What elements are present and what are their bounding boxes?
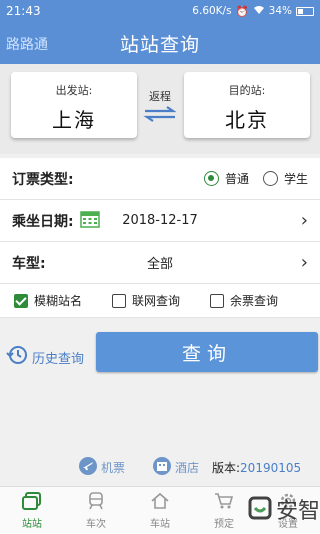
swap-arrows-icon — [140, 106, 180, 126]
home-icon — [150, 492, 170, 513]
to-station-card[interactable]: 目的站: 北京 — [184, 72, 310, 138]
checkbox-fuzzy-station[interactable]: 模糊站名 — [14, 292, 82, 309]
battery-text: 34% — [268, 5, 292, 17]
history-button[interactable]: 历史查询 — [6, 344, 84, 370]
query-options: 模糊站名 联网查询 余票查询 — [0, 284, 320, 318]
train-type-value: 全部 — [146, 257, 173, 272]
date-row[interactable]: 乘坐日期: 2018-12-17 › — [0, 200, 320, 242]
version-value: 20190105 — [240, 460, 302, 475]
checkbox-remaining-box — [210, 293, 225, 308]
chevron-right-icon: › — [300, 252, 308, 273]
version-label: 版本: — [212, 460, 241, 475]
radio-student-dot — [262, 171, 278, 186]
query-button[interactable]: 查询 — [96, 332, 318, 372]
ticket-type-radio-group: 普通 学生 — [203, 170, 308, 187]
flight-label: 机票 — [101, 460, 126, 475]
train-type-row[interactable]: 车型: 全部 › — [0, 242, 320, 284]
cart-icon — [214, 492, 234, 513]
battery-icon — [296, 6, 314, 16]
query-form: 订票类型: 普通 学生 乘坐日期: 2018-12-17 › 车型: 全部 › … — [0, 158, 320, 318]
hotel-label: 酒店 — [175, 460, 200, 475]
checkbox-online-box — [112, 293, 127, 308]
hotel-link[interactable]: 酒店 — [152, 456, 199, 479]
swap-button[interactable]: 返程 — [140, 88, 180, 126]
nav-label: 站站 — [22, 518, 42, 530]
radio-normal-dot — [203, 171, 219, 186]
to-station-label: 目的站: — [228, 84, 266, 97]
checkbox-online-label: 联网查询 — [132, 294, 181, 308]
nav-station-to-station[interactable]: 站站 — [0, 487, 64, 534]
nav-station[interactable]: 车站 — [128, 487, 192, 534]
train-icon — [87, 491, 105, 513]
checkbox-remaining-tickets[interactable]: 余票查询 — [210, 292, 278, 309]
checkbox-online-query[interactable]: 联网查询 — [112, 292, 180, 309]
page-title: 站站查询 — [119, 33, 200, 56]
ticket-type-row: 订票类型: 普通 学生 — [0, 158, 320, 200]
watermark-logo: 安智 — [246, 488, 320, 532]
alarm-icon: ⏰ — [235, 5, 249, 18]
query-actions: 历史查询 查询 — [0, 322, 320, 382]
svg-text:安智: 安智 — [276, 499, 320, 524]
status-bar: 21:43 6.60K/s ⏰ 34% — [0, 0, 320, 22]
status-time: 21:43 — [6, 4, 41, 18]
to-station-name: 北京 — [225, 108, 269, 132]
version-info: 版本:20190105 — [212, 459, 301, 476]
station-to-station-icon — [22, 491, 42, 513]
wifi-icon — [253, 5, 265, 18]
nav-label: 预定 — [214, 518, 234, 530]
history-label: 历史查询 — [32, 351, 85, 367]
checkbox-fuzzy-label: 模糊站名 — [34, 294, 83, 308]
back-button[interactable]: 路路通 — [6, 34, 48, 54]
history-icon — [6, 344, 28, 370]
network-speed: 6.60K/s — [192, 5, 232, 17]
radio-normal[interactable]: 普通 — [203, 170, 249, 187]
nav-train[interactable]: 车次 — [64, 487, 128, 534]
checkbox-fuzzy-box — [14, 293, 28, 308]
from-station-label: 出发站: — [55, 84, 93, 97]
flight-link[interactable]: 机票 — [78, 456, 125, 479]
app-header: 路路通 站站查询 — [0, 22, 320, 64]
ticket-type-label: 订票类型: — [12, 171, 74, 188]
radio-normal-label: 普通 — [224, 172, 249, 186]
nav-label: 车次 — [86, 518, 106, 530]
swap-label: 返程 — [149, 90, 171, 103]
from-station-name: 上海 — [52, 108, 96, 132]
from-station-card[interactable]: 出发站: 上海 — [11, 72, 137, 138]
nav-label: 车站 — [150, 518, 170, 530]
checkbox-remaining-label: 余票查询 — [230, 294, 279, 308]
footer-links: 机票 酒店 版本:20190105 — [0, 456, 320, 478]
radio-student-label: 学生 — [283, 172, 308, 186]
date-value: 2018-12-17 — [122, 213, 198, 228]
chevron-right-icon: › — [300, 210, 308, 231]
airplane-icon — [78, 456, 98, 479]
hotel-icon — [152, 456, 172, 479]
radio-student[interactable]: 学生 — [262, 170, 308, 187]
station-selector: 出发站: 上海 返程 目的站: 北京 — [0, 64, 320, 154]
